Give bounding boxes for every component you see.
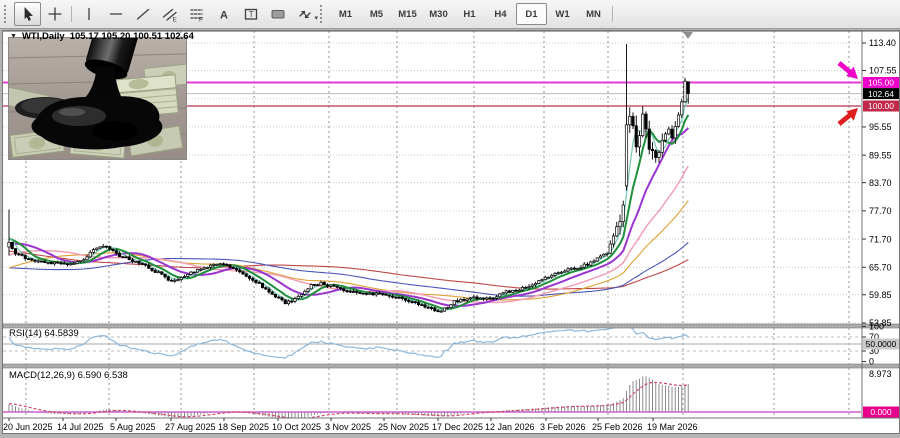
timeframe-m1[interactable]: M1	[330, 3, 361, 25]
tool-crosshair[interactable]	[41, 2, 68, 26]
chart-area: 113.40107.5595.5589.5583.7077.7071.7065.…	[2, 30, 900, 434]
tool-trendline[interactable]	[129, 2, 156, 26]
timeframe-w1[interactable]: W1	[547, 3, 578, 25]
macd-layer	[9, 376, 688, 419]
timeframe-m5[interactable]: M5	[361, 3, 392, 25]
tool-arrows[interactable]: ▾	[291, 2, 318, 26]
tool-horizontal-line[interactable]	[102, 2, 129, 26]
toolbar-separator	[71, 6, 72, 22]
timeframe-h4[interactable]: H4	[485, 3, 516, 25]
svg-text:T: T	[248, 10, 253, 19]
symbol-dropdown-icon[interactable]: ▼	[10, 33, 17, 40]
timeframe-h1[interactable]: H1	[454, 3, 485, 25]
news-photo-art	[9, 38, 186, 159]
ohlc-values: 105.17 105.20 100.51 102.64	[70, 31, 194, 42]
toolbar-grip[interactable]	[320, 5, 326, 23]
tool-text[interactable]: A	[210, 2, 237, 26]
tool-vertical-line[interactable]	[75, 2, 102, 26]
panel-splitter[interactable]	[3, 364, 899, 368]
rsi-indicator-label: RSI(14) 64.5839	[9, 328, 79, 339]
toolbar-separator	[612, 6, 613, 22]
svg-text:A: A	[220, 10, 228, 22]
tool-text-label[interactable]: T	[237, 2, 264, 26]
chart-title: ▼ WTI,Daily 105.17 105.20 100.51 102.64	[10, 32, 194, 41]
toolbar: E F A T ▾ M1M5M15M30H1H4D1W1MN	[0, 0, 900, 29]
tool-shapes[interactable]	[264, 2, 291, 26]
dropdown-caret-icon[interactable]: ▾	[314, 14, 318, 22]
symbol-label: WTI,Daily	[22, 31, 65, 42]
toolbar-grip[interactable]	[4, 5, 10, 23]
tool-cursor[interactable]	[14, 2, 41, 26]
timeframe-mn[interactable]: MN	[578, 3, 609, 25]
news-photo	[9, 38, 186, 159]
svg-text:E: E	[172, 17, 177, 23]
panel-splitter[interactable]	[3, 324, 899, 328]
macd-indicator-label: MACD(12,26,9) 6.590 6.538	[9, 370, 128, 381]
tool-fibonacci-retracement[interactable]: F	[183, 2, 210, 26]
tool-equidistant-channel[interactable]: E	[156, 2, 183, 26]
timeframe-m30[interactable]: M30	[423, 3, 454, 25]
rsi-layer	[9, 327, 688, 358]
time-axis-drag-area[interactable]	[3, 418, 899, 433]
mt4-window: E F A T ▾ M1M5M15M30H1H4D1W1MN 113.40107.5595…	[0, 0, 900, 438]
price-axis-drag-area[interactable]	[862, 31, 899, 418]
svg-text:F: F	[199, 17, 203, 23]
timeframe-d1[interactable]: D1	[516, 3, 547, 25]
timeframe-m15[interactable]: M15	[392, 3, 423, 25]
